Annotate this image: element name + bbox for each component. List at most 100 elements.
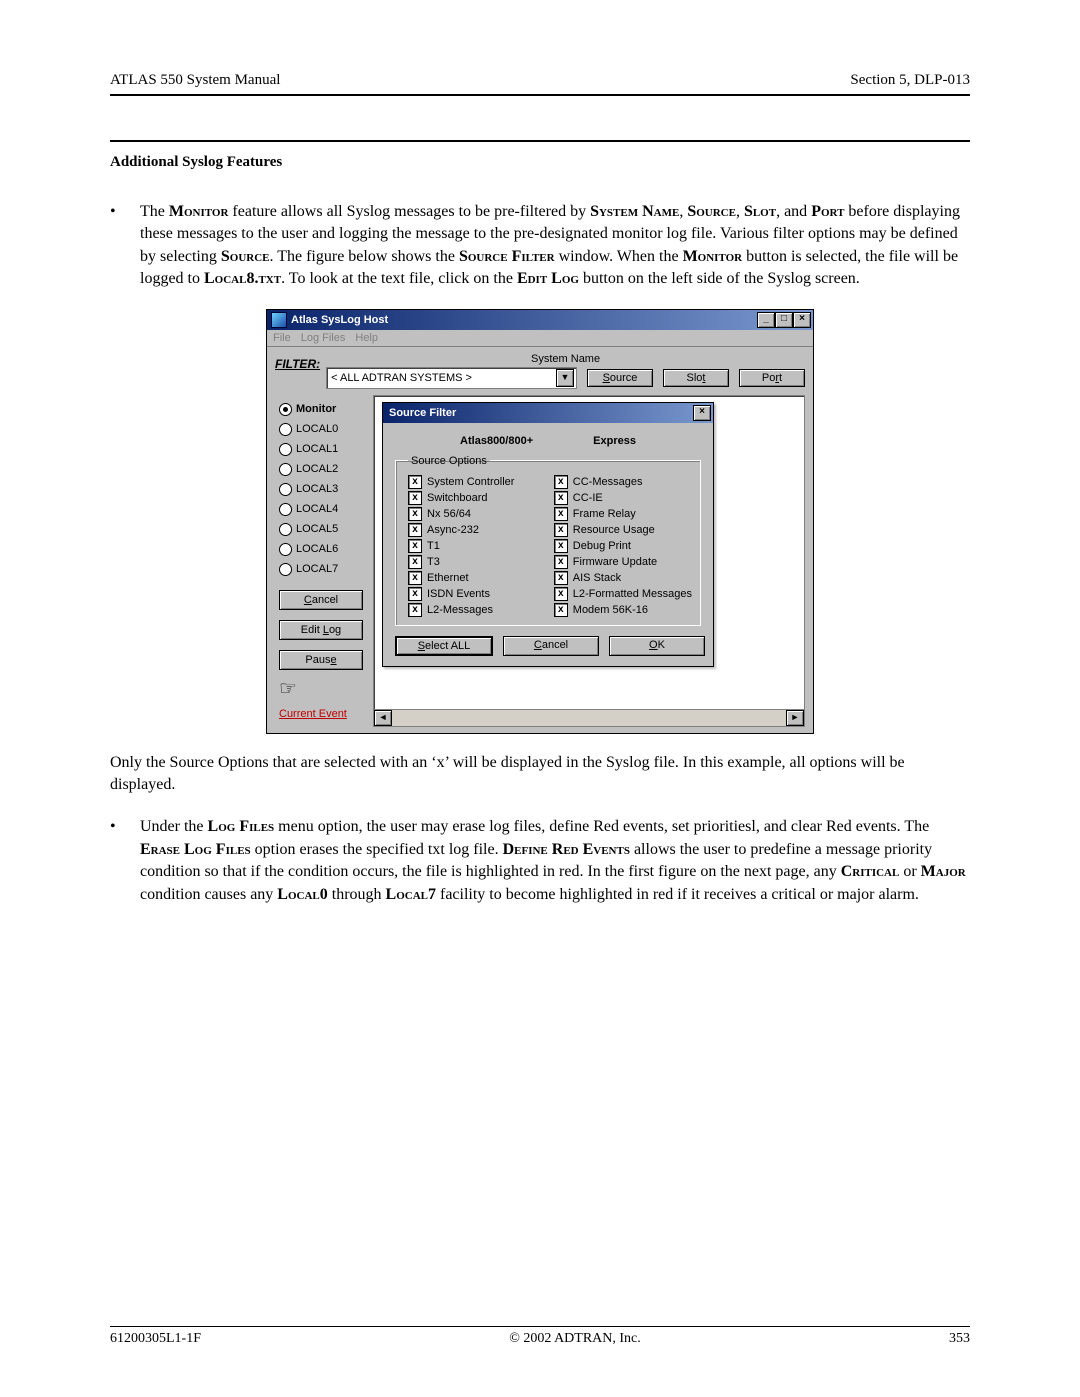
source-option-label: T3 <box>427 556 440 568</box>
maximize-button[interactable]: □ <box>775 312 793 328</box>
checkbox-icon: x <box>408 555 422 569</box>
dialog-close-button[interactable]: × <box>693 405 711 421</box>
kw-monitor: Monitor <box>169 203 229 220</box>
checkbox-icon: x <box>554 587 568 601</box>
edit-log-button[interactable]: Edit Log <box>279 620 363 640</box>
radio-local6[interactable]: LOCAL6 <box>279 543 363 556</box>
bullet-2: Under the Log Files menu option, the use… <box>110 816 970 906</box>
source-option-label: L2-Messages <box>427 604 493 616</box>
minimize-button[interactable]: _ <box>757 312 775 328</box>
port-button[interactable]: Port <box>739 369 805 387</box>
checkbox-icon: x <box>554 555 568 569</box>
radio-local4[interactable]: LOCAL4 <box>279 503 363 516</box>
bullet-1: The Monitor feature allows all Syslog me… <box>110 201 970 291</box>
checkbox-icon: x <box>408 587 422 601</box>
radio-icon <box>279 403 292 416</box>
menu-log-files[interactable]: Log Files <box>301 332 346 344</box>
dialog-cancel-button[interactable]: Cancel <box>503 636 599 656</box>
source-option-checkbox[interactable]: xL2-Formatted Messages <box>554 587 692 601</box>
source-option-checkbox[interactable]: xSystem Controller <box>408 475 544 489</box>
source-option-checkbox[interactable]: xResource Usage <box>554 523 692 537</box>
scroll-left-icon[interactable]: ◄ <box>374 710 392 726</box>
source-option-label: Switchboard <box>427 492 488 504</box>
pause-button[interactable]: Pause <box>279 650 363 670</box>
kw-local7: Local7 <box>386 886 436 903</box>
kw-local8txt: Local8.txt <box>204 270 281 287</box>
select-all-button[interactable]: Select ALL <box>395 636 493 656</box>
source-option-label: CC-IE <box>573 492 603 504</box>
radio-local5[interactable]: LOCAL5 <box>279 523 363 536</box>
radio-icon <box>279 463 292 476</box>
dialog-ok-button[interactable]: OK <box>609 636 705 656</box>
source-option-checkbox[interactable]: xNx 56/64 <box>408 507 544 521</box>
system-name-label: System Name <box>326 351 805 365</box>
source-option-label: ISDN Events <box>427 588 490 600</box>
source-option-checkbox[interactable]: x Firmware Update <box>554 555 692 569</box>
horizontal-scrollbar[interactable]: ◄ ► <box>374 709 804 726</box>
cancel-button[interactable]: Cancel <box>279 590 363 610</box>
source-option-checkbox[interactable]: x ISDN Events <box>408 587 544 601</box>
page-number: 353 <box>949 1331 970 1347</box>
current-event-link[interactable]: Current Event <box>279 708 363 720</box>
checkbox-icon: x <box>554 507 568 521</box>
kw-source-filter: Source Filter <box>459 248 555 265</box>
group-title: Source Options <box>408 455 490 467</box>
checkbox-icon: x <box>408 491 422 505</box>
dialog-col1-header: Atlas800/800+ <box>460 435 533 447</box>
source-option-checkbox[interactable]: x Modem 56K-16 <box>554 603 692 617</box>
menu-file[interactable]: File <box>273 332 291 344</box>
radio-local7[interactable]: LOCAL7 <box>279 563 363 576</box>
source-option-label: Firmware Update <box>573 556 657 568</box>
log-content-area: Source Filter × Atlas800/800+ Express So… <box>373 395 805 727</box>
checkbox-icon: x <box>554 603 568 617</box>
source-option-checkbox[interactable]: xEthernet <box>408 571 544 585</box>
source-option-checkbox[interactable]: xFrame Relay <box>554 507 692 521</box>
bullet-list: The Monitor feature allows all Syslog me… <box>110 201 970 291</box>
filter-label: FILTER: <box>275 357 320 371</box>
document-page: ATLAS 550 System Manual Section 5, DLP-0… <box>0 0 1080 1397</box>
radio-local0[interactable]: LOCAL0 <box>279 423 363 436</box>
kw-define-red-events: Define Red Events <box>503 841 630 858</box>
source-option-checkbox[interactable]: x Switchboard <box>408 491 544 505</box>
source-option-label: Ethernet <box>427 572 469 584</box>
dialog-title: Source Filter <box>389 407 456 419</box>
bullet-list-2: Under the Log Files menu option, the use… <box>110 816 970 906</box>
radio-local1[interactable]: LOCAL1 <box>279 443 363 456</box>
filter-radios-panel: Monitor LOCAL0 LOCAL1 LOCAL2 LOCAL3 LOCA… <box>275 395 367 727</box>
dialog-col2-header: Express <box>593 435 636 447</box>
source-option-checkbox[interactable]: x T3 <box>408 555 544 569</box>
menu-help[interactable]: Help <box>355 332 378 344</box>
copyright: © 2002 ADTRAN, Inc. <box>509 1331 641 1347</box>
checkbox-icon: x <box>554 539 568 553</box>
source-option-checkbox[interactable]: xAsync-232 <box>408 523 544 537</box>
source-option-label: Modem 56K-16 <box>573 604 648 616</box>
checkbox-icon: x <box>554 523 568 537</box>
source-option-label: T1 <box>427 540 440 552</box>
slot-button[interactable]: Slot <box>663 369 729 387</box>
checkbox-icon: x <box>408 523 422 537</box>
window-title: Atlas SysLog Host <box>291 314 388 326</box>
source-option-checkbox[interactable]: xCC-Messages <box>554 475 692 489</box>
dialog-titlebar[interactable]: Source Filter × <box>383 403 713 423</box>
page-footer: 61200305L1-1F © 2002 ADTRAN, Inc. 353 <box>110 1326 970 1347</box>
scroll-right-icon[interactable]: ► <box>786 710 804 726</box>
kw-slot: Slot <box>744 203 776 220</box>
source-option-checkbox[interactable]: xDebug Print <box>554 539 692 553</box>
figure-syslog-host: Atlas SysLog Host _ □ × File Log Files H… <box>110 309 970 734</box>
source-option-checkbox[interactable]: xAIS Stack <box>554 571 692 585</box>
window-titlebar[interactable]: Atlas SysLog Host _ □ × <box>267 310 813 330</box>
chevron-down-icon[interactable]: ▼ <box>556 369 574 387</box>
system-name-combo[interactable]: < ALL ADTRAN SYSTEMS > ▼ <box>326 367 577 389</box>
radio-local2[interactable]: LOCAL2 <box>279 463 363 476</box>
source-option-label: CC-Messages <box>573 476 643 488</box>
radio-local3[interactable]: LOCAL3 <box>279 483 363 496</box>
source-button[interactable]: Source <box>587 369 653 387</box>
source-option-checkbox[interactable]: xCC-IE <box>554 491 692 505</box>
source-option-checkbox[interactable]: xT1 <box>408 539 544 553</box>
radio-monitor[interactable]: Monitor <box>279 403 363 416</box>
source-options-group: Source Options xSystem ControllerxCC-Mes… <box>395 455 701 626</box>
source-option-checkbox[interactable]: xL2-Messages <box>408 603 544 617</box>
radio-icon <box>279 503 292 516</box>
kw-source-2: Source <box>221 248 270 265</box>
close-button[interactable]: × <box>793 312 811 328</box>
